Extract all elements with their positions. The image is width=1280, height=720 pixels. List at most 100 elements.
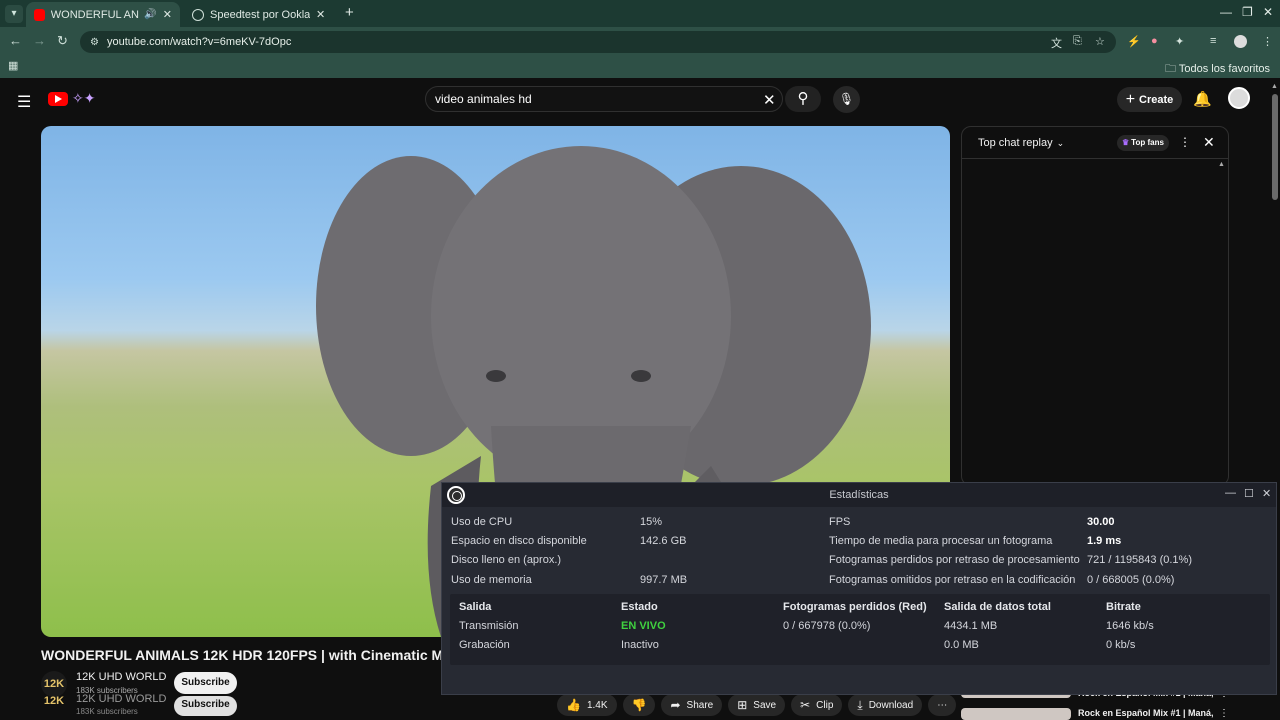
top-fans-badge[interactable]: ♛ Top fans: [1117, 135, 1169, 151]
tab-youtube[interactable]: WONDERFUL ANIMA 🔊 ✕: [26, 2, 180, 27]
clear-search-icon[interactable]: ✕: [763, 91, 776, 109]
recommendation-thumbnail[interactable]: [961, 708, 1071, 720]
stat-label: Uso de memoria: [451, 574, 532, 586]
bookmark-icon: ⊞: [737, 698, 748, 712]
like-button[interactable]: 👍 1.4K: [557, 694, 617, 716]
channel-name[interactable]: 12K UHD WORLD: [76, 671, 166, 683]
download-button[interactable]: ⤓ Download: [848, 694, 923, 716]
scroll-up-icon[interactable]: ▲: [1271, 83, 1278, 90]
tab-search-icon[interactable]: ▾: [5, 5, 23, 23]
obs-minimize-icon[interactable]: —: [1225, 487, 1236, 499]
table-cell: 4434.1 MB: [944, 620, 998, 632]
more-actions-button[interactable]: ⋯: [928, 694, 957, 716]
stat-label: FPS: [829, 516, 851, 528]
chat-title: Top chat replay: [978, 137, 1053, 149]
obs-maximize-icon[interactable]: ☐: [1244, 487, 1254, 500]
subscribe-button[interactable]: Subscribe: [174, 672, 237, 694]
video-actions: 👍 1.4K 👎 ➦ Share ⊞ Save ✂ Clip ⤓ Download ⋯: [557, 694, 962, 716]
clip-button[interactable]: ✂ Clip: [791, 694, 843, 716]
obs-close-icon[interactable]: ✕: [1262, 487, 1271, 500]
stat-value: 30.00: [1087, 516, 1115, 528]
create-label: Create: [1139, 93, 1174, 106]
youtube-logo-icon[interactable]: [48, 92, 68, 106]
menu-dots-icon[interactable]: ⋮: [1262, 35, 1273, 48]
apps-grid-icon[interactable]: ▦: [8, 59, 18, 72]
like-count: 1.4K: [586, 699, 608, 711]
extensions-puzzle-icon[interactable]: ✦: [1175, 35, 1184, 48]
stat-value: 997.7 MB: [640, 574, 688, 586]
more-horizontal-icon: ⋯: [937, 699, 948, 711]
table-cell: 1646 kb/s: [1106, 620, 1154, 632]
forward-icon[interactable]: →: [33, 33, 46, 48]
url-text: youtube.com/watch?v=6meKV-7dOpc: [106, 36, 292, 48]
chat-mode-dropdown[interactable]: Top chat replay ⌄: [978, 137, 1064, 149]
youtube-doodle-icon[interactable]: ✧✦: [72, 90, 95, 107]
scrollbar-thumb[interactable]: [1272, 94, 1278, 200]
create-button[interactable]: + Create: [1117, 87, 1182, 112]
search-button[interactable]: ⚲: [785, 86, 821, 112]
thumbs-up-icon: 👍: [566, 698, 581, 712]
account-avatar[interactable]: [1228, 87, 1250, 109]
voice-search-button[interactable]: 🎙: [833, 86, 860, 113]
close-window-icon[interactable]: ✕: [1263, 5, 1273, 19]
status-live-badge: EN VIVO: [621, 620, 666, 632]
column-header: Bitrate: [1106, 601, 1141, 613]
download-icon: ⤓: [857, 697, 863, 712]
search-input[interactable]: video animales hd: [425, 86, 783, 112]
chat-close-icon[interactable]: ✕: [1203, 134, 1215, 151]
site-info-icon[interactable]: ⚙: [90, 37, 99, 48]
cast-icon[interactable]: ⎘: [1073, 35, 1082, 48]
search-value: video animales hd: [435, 92, 532, 106]
subscribe-button-sticky[interactable]: Subscribe: [174, 696, 237, 716]
table-cell: 0.0 MB: [944, 639, 979, 651]
obs-window-title: Estadísticas: [829, 489, 889, 501]
table-cell: Grabación: [459, 639, 510, 651]
speaker-icon[interactable]: 🔊: [144, 9, 156, 20]
bookmark-star-icon[interactable]: ☆: [1095, 35, 1105, 48]
recommendation-more-icon[interactable]: ⋮: [1219, 708, 1229, 719]
recommendation-item[interactable]: Rock en Español Mix #1 | Maná, ⋮: [961, 708, 1261, 720]
folder-icon: 🗀: [1165, 63, 1177, 75]
table-cell: 0 / 667978 (0.0%): [783, 620, 871, 632]
restore-icon[interactable]: ❐: [1242, 5, 1253, 19]
stat-label: Fotogramas perdidos por retraso de proce…: [829, 554, 1080, 566]
notifications-bell-icon[interactable]: 🔔: [1193, 90, 1212, 108]
channel-avatar-sticky[interactable]: 12K: [41, 695, 67, 715]
minimize-icon[interactable]: —: [1220, 5, 1232, 19]
close-tab-icon[interactable]: ✕: [163, 8, 172, 21]
address-bar[interactable]: ⚙ youtube.com/watch?v=6meKV-7dOpc: [80, 31, 1116, 53]
profile-icon[interactable]: [1234, 35, 1247, 48]
channel-avatar[interactable]: 12K: [41, 671, 67, 697]
bookmark-bar: [0, 56, 1280, 78]
extension-icon-2[interactable]: ●: [1151, 35, 1158, 47]
chat-scroll-up-icon[interactable]: ▲: [1218, 161, 1225, 168]
new-tab-icon[interactable]: +: [345, 4, 354, 21]
column-header: Salida de datos total: [944, 601, 1051, 613]
chat-more-icon[interactable]: ⋮: [1179, 135, 1191, 149]
share-label: Share: [686, 699, 714, 711]
save-button[interactable]: ⊞ Save: [728, 694, 786, 716]
microphone-icon: 🎙: [838, 92, 855, 106]
stat-label: Fotogramas omitidos por retraso en la co…: [829, 574, 1076, 586]
clip-label: Clip: [816, 699, 834, 711]
recommendation-title[interactable]: Rock en Español Mix #1 | Maná,: [1078, 708, 1214, 718]
media-control-icon[interactable]: ≡: [1210, 35, 1216, 47]
table-cell: Transmisión: [459, 620, 519, 632]
stat-value: 0 / 668005 (0.0%): [1087, 574, 1175, 586]
guide-menu-icon[interactable]: ☰: [17, 92, 31, 112]
tab-speedtest[interactable]: Speedtest por Ookla - La ✕: [184, 2, 340, 27]
stat-label: Tiempo de media para procesar un fotogra…: [829, 535, 1053, 547]
obs-titlebar[interactable]: Estadísticas — ☐ ✕: [442, 483, 1276, 507]
channel-name-sticky[interactable]: 12K UHD WORLD: [76, 693, 166, 705]
back-icon[interactable]: ←: [9, 33, 22, 48]
close-tab-icon[interactable]: ✕: [316, 8, 325, 21]
extension-icon[interactable]: ⚡: [1127, 35, 1141, 48]
share-icon: ➦: [670, 698, 681, 712]
download-label: Download: [868, 699, 914, 711]
dislike-button[interactable]: 👎: [622, 694, 656, 716]
translate-icon[interactable]: 文: [1051, 35, 1062, 51]
stat-label: Espacio en disco disponible: [451, 535, 587, 547]
all-bookmarks-folder[interactable]: 🗀 Todos los favoritos: [1165, 60, 1270, 79]
reload-icon[interactable]: ↻: [57, 33, 68, 49]
share-button[interactable]: ➦ Share: [661, 694, 723, 716]
